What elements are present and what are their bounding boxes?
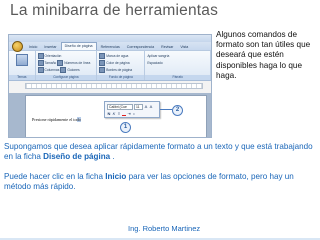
group-label-temas: Temas — [9, 75, 35, 80]
footer-author: Ing. Roberto Martinez — [128, 224, 201, 233]
color-label: Color de página — [106, 61, 130, 65]
mini-font-select[interactable]: Calibri (Cue — [107, 103, 133, 110]
tab-diseno-de-pagina[interactable]: Diseño de página — [60, 42, 97, 50]
marca-label: Marca de agua — [106, 54, 129, 58]
word-screenshot: Inicio Insertar Diseño de página Referen… — [8, 34, 212, 138]
line-numbers-icon — [57, 60, 64, 66]
tab-correspondencia[interactable]: Correspondencia — [124, 44, 157, 50]
group-configurar-pagina: Orientación Tamaño Números de línea Colu… — [35, 51, 98, 80]
align-center-icon[interactable]: ≡ — [117, 111, 121, 116]
grow-font-icon[interactable]: A — [144, 104, 148, 109]
mini-toolbar-row-2: N K ≡ ⇥ • — [105, 110, 159, 116]
mini-size-select[interactable]: 11 — [134, 103, 143, 110]
callout-2-arrow — [160, 109, 172, 110]
callout-1: 1 — [120, 122, 131, 133]
body-text: Supongamos que desea aplicar rápidamente… — [4, 142, 316, 202]
group-parrafo: Aplicar sangría Espaciado Párrafo — [145, 51, 211, 80]
columns-icon — [37, 67, 44, 73]
group-temas: Temas — [9, 51, 36, 80]
ribbon-marca-de-agua[interactable]: Marca de agua — [99, 53, 142, 59]
document-text-selected: do — [76, 117, 81, 122]
word-titlebar — [9, 35, 211, 42]
page-borders-icon — [99, 67, 106, 73]
tab-referencias[interactable]: Referencias — [98, 44, 123, 50]
font-color-icon[interactable] — [122, 112, 126, 116]
group-fondo-de-pagina: Marca de agua Color de página Bordes de … — [97, 51, 146, 80]
document-text: Presione rápidamente el todo — [32, 117, 81, 122]
bordes-label: Bordes de página — [106, 68, 133, 72]
ribbon-color-de-pagina[interactable]: Color de página — [99, 60, 142, 66]
group-label-configurar: Configurar página — [35, 75, 97, 80]
tab-revisar[interactable]: Revisar — [158, 44, 176, 50]
orientacion-label: Orientación — [44, 54, 62, 58]
ribbon-bordes-de-pagina[interactable]: Bordes de página — [99, 67, 142, 73]
group-label-fondo: Fondo de página — [97, 75, 145, 80]
slide-title: La minibarra de herramientas — [10, 2, 219, 19]
word-tab-bar: Inicio Insertar Diseño de página Referen… — [9, 41, 211, 52]
ribbon-aplicar-sangria[interactable]: Aplicar sangría — [147, 53, 208, 59]
indent-icon[interactable]: ⇥ — [127, 111, 131, 116]
body-p1-bold: Diseño de página — [43, 152, 111, 162]
tab-insertar[interactable]: Insertar — [41, 44, 59, 50]
body-p1-end: . — [110, 152, 115, 162]
size-icon — [37, 60, 44, 66]
callout-2: 2 — [172, 105, 183, 116]
mini-toolbar[interactable]: Calibri (Cue 11 A A N K ≡ ⇥ • — [104, 101, 160, 118]
guiones-label: Guiones — [67, 68, 80, 72]
side-note: Algunos comandos de formato son tan útil… — [216, 30, 311, 80]
document-page[interactable]: Calibri (Cue 11 A A N K ≡ ⇥ • Presione r… — [25, 95, 207, 137]
ribbon-columnas[interactable]: Columnas Guiones — [37, 67, 95, 73]
espaciado-label: Espaciado — [147, 61, 163, 65]
columnas-label: Columnas — [44, 68, 60, 72]
bold-icon[interactable]: N — [107, 111, 111, 116]
body-paragraph-1: Supongamos que desea aplicar rápidamente… — [4, 142, 316, 163]
body-p2-bold: Inicio — [105, 171, 127, 181]
mini-toolbar-row-1: Calibri (Cue 11 A A — [105, 102, 159, 110]
hyphen-icon — [60, 67, 67, 73]
temas-icon[interactable] — [15, 54, 28, 66]
bullets-icon[interactable]: • — [132, 111, 136, 116]
group-label-parrafo: Párrafo — [145, 75, 210, 80]
tamano-label: Tamaño — [44, 61, 57, 65]
aplicar-label: Aplicar sangría — [147, 54, 170, 58]
orientation-icon — [37, 53, 44, 59]
numeros-label: Números de línea — [64, 61, 91, 65]
ribbon-tamano[interactable]: Tamaño Números de línea — [37, 60, 95, 66]
ribbon: Temas Orientación Tamaño Números de líne… — [9, 50, 211, 81]
document-canvas: Calibri (Cue 11 A A N K ≡ ⇥ • Presione r… — [9, 93, 211, 137]
document-text-plain: Presione rápidamente el to — [32, 117, 77, 122]
shrink-font-icon[interactable]: A — [149, 104, 153, 109]
tab-vista[interactable]: Vista — [177, 44, 191, 50]
ruler[interactable] — [25, 83, 203, 89]
ribbon-orientacion[interactable]: Orientación — [37, 53, 95, 59]
watermark-icon — [99, 53, 106, 59]
body-paragraph-2: Puede hacer clic en la ficha Inicio para… — [4, 172, 316, 193]
ribbon-espaciado[interactable]: Espaciado — [147, 60, 208, 66]
italic-icon[interactable]: K — [112, 111, 116, 116]
tab-inicio[interactable]: Inicio — [26, 44, 40, 50]
page-color-icon — [99, 60, 106, 66]
body-p2-text: Puede hacer clic en la ficha — [4, 171, 106, 181]
